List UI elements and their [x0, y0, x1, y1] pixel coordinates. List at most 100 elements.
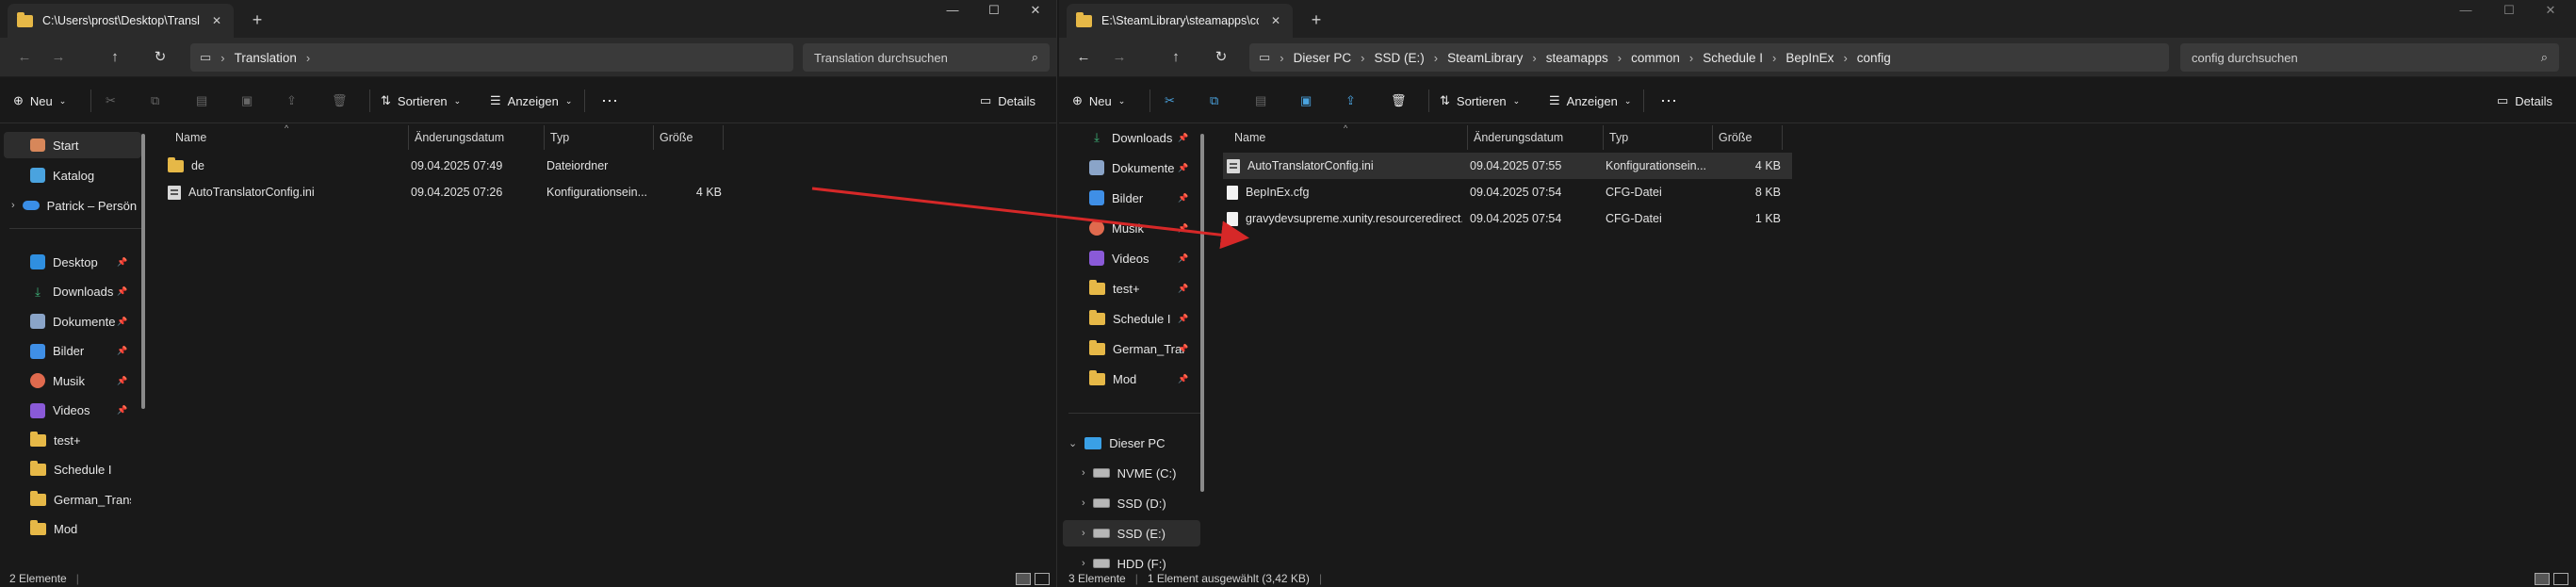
pin-icon[interactable]: 📌 [1178, 193, 1188, 204]
sidebar-item-start[interactable]: Start [4, 132, 141, 158]
breadcrumb-segment[interactable]: SteamLibrary [1447, 51, 1523, 65]
more-options-button[interactable]: ⋯ [1660, 90, 1677, 112]
cut-button[interactable]: ✂ [1165, 90, 1175, 112]
column-header-name[interactable]: Name [170, 125, 409, 150]
sidebar-scrollbar[interactable] [141, 134, 145, 409]
pin-icon[interactable]: 📌 [1178, 223, 1188, 234]
column-header-type[interactable]: Typ [1604, 125, 1713, 150]
sidebar-item-musik[interactable]: Musik 📌 [4, 367, 141, 394]
sidebar-item-videos[interactable]: Videos 📌 [1063, 245, 1200, 271]
minimize-button[interactable]: — [931, 0, 974, 21]
sidebar-item-drive[interactable]: › SSD (E:) [1063, 520, 1200, 546]
tab-config[interactable]: E:\SteamLibrary\steamapps\cc ✕ [1067, 4, 1293, 38]
tab-translation[interactable]: C:\Users\prost\Desktop\Transl ✕ [8, 4, 234, 38]
sidebar-item-schedule-i[interactable]: Schedule I 📌 [1063, 305, 1200, 332]
tiles-view-icon[interactable] [2553, 573, 2568, 585]
breadcrumb-translation[interactable]: Translation [235, 51, 297, 65]
pin-icon[interactable]: 📌 [117, 286, 127, 297]
sidebar-item-german-trar[interactable]: German_Trar 📌 [1063, 335, 1200, 362]
pin-icon[interactable]: 📌 [1178, 163, 1188, 173]
cut-button[interactable]: ✂ [106, 90, 116, 112]
close-tab-icon[interactable]: ✕ [1268, 14, 1283, 27]
paste-button[interactable]: ▤ [196, 90, 207, 112]
delete-button[interactable]: 🗑 [332, 90, 348, 112]
up-button[interactable]: ↑ [1163, 46, 1189, 69]
file-row[interactable]: AutoTranslatorConfig.ini 09.04.2025 07:26… [164, 179, 733, 205]
file-row[interactable]: de 09.04.2025 07:49 Dateiordner [164, 153, 733, 179]
pin-icon[interactable]: 📌 [1178, 374, 1188, 384]
sidebar-item-schedule-i[interactable]: Schedule I [4, 457, 141, 483]
file-row[interactable]: gravydevsupreme.xunity.resourceredirect.… [1223, 205, 1792, 232]
search-box[interactable]: Translation durchsuchen ⌕ [803, 43, 1050, 72]
copy-button[interactable]: ⧉ [151, 90, 159, 112]
pin-icon[interactable]: 📌 [117, 317, 127, 327]
sidebar-item-drive[interactable]: › HDD (F:) [1063, 550, 1200, 572]
chevron-right-icon[interactable]: › [1082, 558, 1085, 569]
file-row[interactable]: AutoTranslatorConfig.ini 09.04.2025 07:55… [1223, 153, 1792, 179]
sidebar-item-katalog[interactable]: Katalog [4, 162, 141, 188]
details-button[interactable]: ▭ Details [980, 90, 1035, 112]
pin-icon[interactable]: 📌 [1178, 344, 1188, 354]
close-window-button[interactable]: ✕ [1014, 0, 1056, 21]
sort-button[interactable]: ⇅ Sortieren ⌄ [381, 90, 461, 112]
pin-icon[interactable]: 📌 [1178, 284, 1188, 294]
rename-button[interactable]: ▣ [1300, 90, 1312, 112]
close-window-button[interactable]: ✕ [2529, 0, 2572, 21]
file-row[interactable]: BepInEx.cfg 09.04.2025 07:54 CFG-Datei 8 KB [1223, 179, 1792, 205]
breadcrumb-segment[interactable]: common [1631, 51, 1680, 65]
sidebar-item-musik[interactable]: Musik 📌 [1063, 215, 1200, 241]
address-bar[interactable]: ▭ › Translation › [190, 43, 793, 72]
sidebar-scrollbar[interactable] [1200, 134, 1204, 492]
delete-button[interactable]: 🗑 [1391, 90, 1407, 112]
maximize-button[interactable]: ☐ [2487, 0, 2531, 21]
minimize-button[interactable]: — [2444, 0, 2487, 21]
more-options-button[interactable]: ⋯ [601, 90, 618, 112]
chevron-right-icon[interactable]: › [1082, 528, 1085, 539]
new-button[interactable]: ⊕ Neu ⌄ [1072, 90, 1125, 112]
sidebar-item-mod[interactable]: Mod [4, 516, 141, 543]
chevron-right-icon[interactable]: › [1082, 497, 1085, 509]
sidebar-item-this-pc[interactable]: ⌄ Dieser PC [1063, 430, 1200, 456]
breadcrumb-segment[interactable]: steamapps [1546, 51, 1608, 65]
sidebar-item-dokumente[interactable]: Dokumente 📌 [4, 308, 141, 334]
new-tab-button[interactable]: + [247, 9, 268, 30]
breadcrumb-segment[interactable]: SSD (E:) [1375, 51, 1425, 65]
pin-icon[interactable]: 📌 [117, 257, 127, 268]
sidebar-item-drive[interactable]: › SSD (D:) [1063, 490, 1200, 516]
sidebar-item-onedrive[interactable]: › Patrick – Persön [4, 192, 141, 219]
details-button[interactable]: ▭ Details [2497, 90, 2552, 112]
forward-button[interactable]: → [1106, 46, 1133, 69]
back-button[interactable]: ← [11, 46, 38, 69]
sidebar-item-bilder[interactable]: Bilder 📌 [4, 338, 141, 365]
new-button[interactable]: ⊕ Neu ⌄ [13, 90, 66, 112]
details-view-icon[interactable] [2535, 573, 2550, 585]
sort-button[interactable]: ⇅ Sortieren ⌄ [1440, 90, 1520, 112]
sidebar-item-bilder[interactable]: Bilder 📌 [1063, 185, 1200, 211]
breadcrumb-segment[interactable]: config [1857, 51, 1891, 65]
sidebar-item-downloads[interactable]: ⤓ Downloads 📌 [1063, 124, 1200, 151]
pin-icon[interactable]: 📌 [117, 376, 127, 386]
maximize-button[interactable]: ☐ [972, 0, 1016, 21]
breadcrumb-segment[interactable]: Dieser PC [1294, 51, 1352, 65]
column-header-date[interactable]: Änderungsdatum [1468, 125, 1604, 150]
sidebar-item-test-[interactable]: test+ [4, 427, 141, 453]
pin-icon[interactable]: 📌 [117, 405, 127, 416]
new-tab-button[interactable]: + [1306, 9, 1327, 30]
column-header-type[interactable]: Typ [545, 125, 654, 150]
share-button[interactable]: ⇪ [1345, 90, 1356, 112]
sidebar-item-dokumente[interactable]: Dokumente 📌 [1063, 155, 1200, 181]
pin-icon[interactable]: 📌 [117, 346, 127, 356]
share-button[interactable]: ⇪ [286, 90, 297, 112]
sidebar-item-test-[interactable]: test+ 📌 [1063, 275, 1200, 302]
forward-button[interactable]: → [45, 46, 72, 69]
view-button[interactable]: ☰ Anzeigen ⌄ [490, 90, 572, 112]
sidebar-item-downloads[interactable]: ⤓ Downloads 📌 [4, 279, 141, 305]
close-tab-icon[interactable]: ✕ [209, 14, 224, 27]
sidebar-item-desktop[interactable]: Desktop 📌 [4, 249, 141, 275]
address-bar[interactable]: ▭ › Dieser PC › SSD (E:) › SteamLibrary › steam… [1249, 43, 2169, 72]
paste-button[interactable]: ▤ [1255, 90, 1266, 112]
refresh-button[interactable]: ↻ [147, 46, 173, 69]
details-view-icon[interactable] [1016, 573, 1031, 585]
view-button[interactable]: ☰ Anzeigen ⌄ [1549, 90, 1631, 112]
column-header-name[interactable]: Name [1229, 125, 1468, 150]
